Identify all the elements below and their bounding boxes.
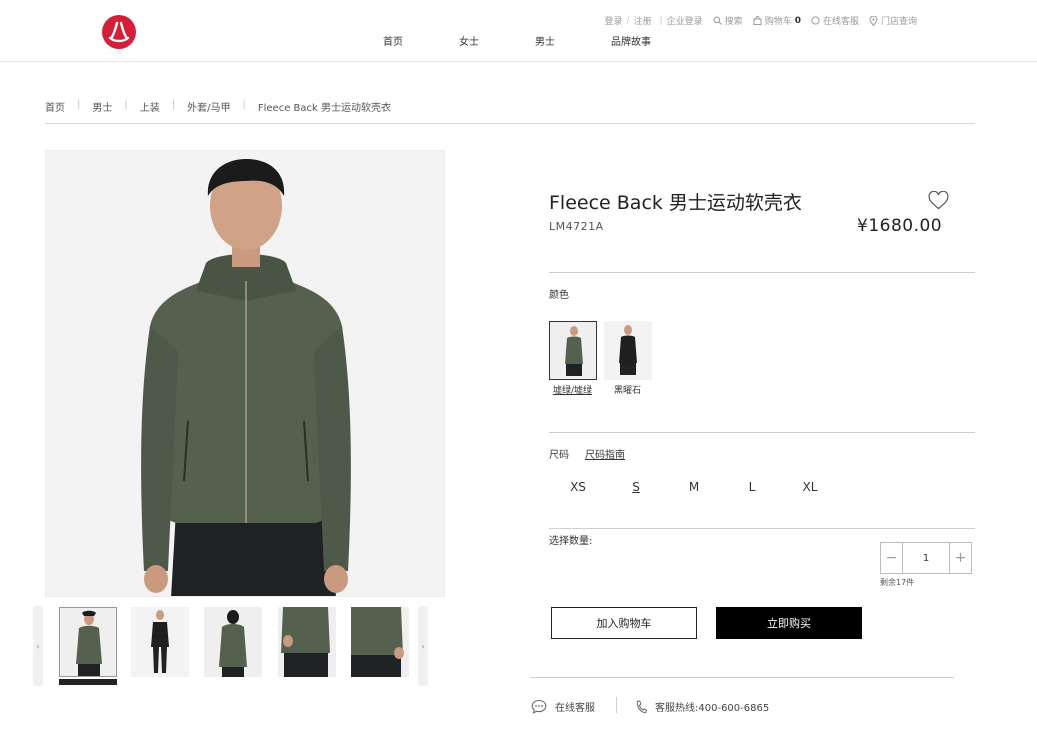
swatch-green-image bbox=[550, 322, 596, 379]
thumbnail-prev-button[interactable]: ‹ bbox=[33, 606, 43, 686]
color-label: 颜色 bbox=[549, 290, 569, 301]
stock-remaining: 剩余17件 bbox=[880, 578, 915, 587]
thumbnail-back-image bbox=[204, 607, 262, 677]
chevron-right-icon: › bbox=[421, 641, 425, 651]
service-separator bbox=[616, 697, 617, 713]
utility-links: 登录 / 注册 | 企业登录 搜索 购物车 0 在线客服 门店查询 bbox=[595, 14, 917, 27]
wishlist-button[interactable] bbox=[928, 190, 949, 214]
brand-logo[interactable] bbox=[102, 15, 136, 49]
shopping-bag-icon bbox=[753, 16, 762, 25]
quantity-increase-button[interactable]: + bbox=[950, 543, 971, 573]
service-divider bbox=[531, 677, 954, 678]
section-divider bbox=[549, 272, 975, 273]
cart-label: 购物车 bbox=[764, 17, 792, 27]
login-link[interactable]: 登录 bbox=[605, 14, 623, 27]
breadcrumb-current: Fleece Back 男士运动软壳衣 bbox=[257, 103, 391, 114]
quantity-label: 选择数量: bbox=[549, 536, 593, 547]
site-header: 登录 / 注册 | 企业登录 搜索 购物车 0 在线客服 门店查询 首页 女士 … bbox=[0, 0, 1037, 62]
breadcrumb-separator: | bbox=[77, 99, 81, 110]
breadcrumb-separator: | bbox=[124, 99, 128, 110]
size-option-xs[interactable]: XS bbox=[563, 480, 593, 494]
heart-icon bbox=[928, 190, 949, 210]
color-swatch-green-label[interactable]: 墟绿/墟绿 bbox=[553, 383, 592, 396]
online-service-label: 在线客服 bbox=[822, 17, 859, 27]
nav-men[interactable]: 男士 bbox=[535, 33, 555, 48]
product-sku: LM4721A bbox=[549, 220, 604, 233]
hotline-info: 客服热线:400-600-6865 bbox=[635, 699, 769, 714]
main-product-image[interactable] bbox=[45, 150, 445, 597]
cart-link[interactable]: 购物车 0 bbox=[753, 14, 801, 27]
online-service-text: 在线客服 bbox=[555, 703, 595, 714]
color-swatch-green[interactable] bbox=[549, 321, 597, 380]
swatch-black-image bbox=[604, 321, 652, 380]
cart-count: 0 bbox=[794, 15, 801, 26]
product-title: Fleece Back 男士运动软壳衣 bbox=[549, 192, 802, 214]
add-to-cart-button[interactable]: 加入购物车 bbox=[551, 607, 697, 639]
thumbnail-black-fullbody[interactable] bbox=[131, 607, 189, 677]
enterprise-login-link[interactable]: 企业登录 bbox=[667, 14, 703, 27]
breadcrumb-divider bbox=[45, 123, 975, 124]
thumbnail-front-image bbox=[60, 608, 116, 676]
location-pin-icon bbox=[869, 15, 878, 26]
register-link[interactable]: 注册 bbox=[634, 14, 652, 27]
thumbnail-scroll-indicator bbox=[59, 679, 117, 685]
search-icon bbox=[713, 16, 722, 25]
search-link[interactable]: 搜索 bbox=[713, 14, 743, 27]
store-finder-label: 门店查询 bbox=[880, 17, 917, 27]
size-label: 尺码 bbox=[549, 450, 569, 461]
thumbnail-next-button[interactable]: › bbox=[418, 606, 428, 686]
nav-home[interactable]: 首页 bbox=[383, 33, 403, 48]
breadcrumb-tops[interactable]: 上装 bbox=[140, 99, 160, 114]
breadcrumb-outerwear[interactable]: 外套/马甲 bbox=[187, 99, 230, 114]
product-price: ¥1680.00 bbox=[857, 216, 943, 236]
thumbnail-cuff-image bbox=[351, 607, 409, 677]
chat-icon bbox=[811, 16, 820, 25]
phone-icon bbox=[636, 699, 647, 713]
thumbnail-cuff-detail[interactable] bbox=[351, 607, 409, 677]
color-swatch-black[interactable] bbox=[604, 321, 652, 380]
section-divider bbox=[549, 528, 975, 529]
lululemon-logo-icon bbox=[108, 21, 130, 43]
quantity-stepper: − 1 + bbox=[880, 542, 972, 574]
breadcrumb-men[interactable]: 男士 bbox=[92, 99, 112, 114]
nav-women[interactable]: 女士 bbox=[459, 33, 479, 48]
chat-bubble-icon bbox=[531, 699, 547, 714]
size-option-l[interactable]: L bbox=[737, 480, 767, 494]
hotline-text: 客服热线:400-600-6865 bbox=[655, 703, 770, 714]
size-guide-link[interactable]: 尺码指南 bbox=[585, 446, 625, 461]
breadcrumb-separator: | bbox=[242, 99, 246, 110]
breadcrumb-home[interactable]: 首页 bbox=[45, 99, 65, 114]
breadcrumb-separator: | bbox=[171, 99, 176, 110]
quantity-input[interactable]: 1 bbox=[902, 543, 950, 573]
store-finder-link[interactable]: 门店查询 bbox=[869, 14, 917, 27]
breadcrumb: 首页 | 男士 | 上装 | 外套/马甲 | Fleece Back 男士运动软… bbox=[45, 99, 391, 114]
size-option-m[interactable]: M bbox=[679, 480, 709, 494]
color-swatch-black-label[interactable]: 黑曜石 bbox=[614, 383, 641, 396]
chevron-left-icon: ‹ bbox=[36, 641, 40, 651]
search-label: 搜索 bbox=[724, 17, 743, 27]
model-jacket-image bbox=[46, 151, 444, 596]
divider: / bbox=[626, 15, 630, 26]
quantity-decrease-button[interactable]: − bbox=[881, 543, 902, 573]
buy-now-button[interactable]: 立即购买 bbox=[716, 607, 862, 639]
thumbnail-back[interactable] bbox=[204, 607, 262, 677]
divider: | bbox=[659, 15, 663, 26]
thumbnail-side-image bbox=[278, 607, 336, 677]
thumbnail-strip: ‹ › bbox=[33, 606, 429, 686]
section-divider bbox=[549, 432, 975, 433]
main-nav: 首页 女士 男士 品牌故事 bbox=[383, 33, 707, 48]
thumbnail-front[interactable] bbox=[59, 607, 117, 677]
size-option-xl[interactable]: XL bbox=[795, 480, 825, 494]
online-service-link[interactable]: 在线客服 bbox=[531, 699, 595, 714]
thumbnail-black-image bbox=[131, 607, 189, 677]
size-option-s[interactable]: S bbox=[621, 480, 651, 494]
online-service-link[interactable]: 在线客服 bbox=[811, 14, 859, 27]
nav-brand-story[interactable]: 品牌故事 bbox=[611, 33, 651, 48]
thumbnail-side-detail[interactable] bbox=[278, 607, 336, 677]
